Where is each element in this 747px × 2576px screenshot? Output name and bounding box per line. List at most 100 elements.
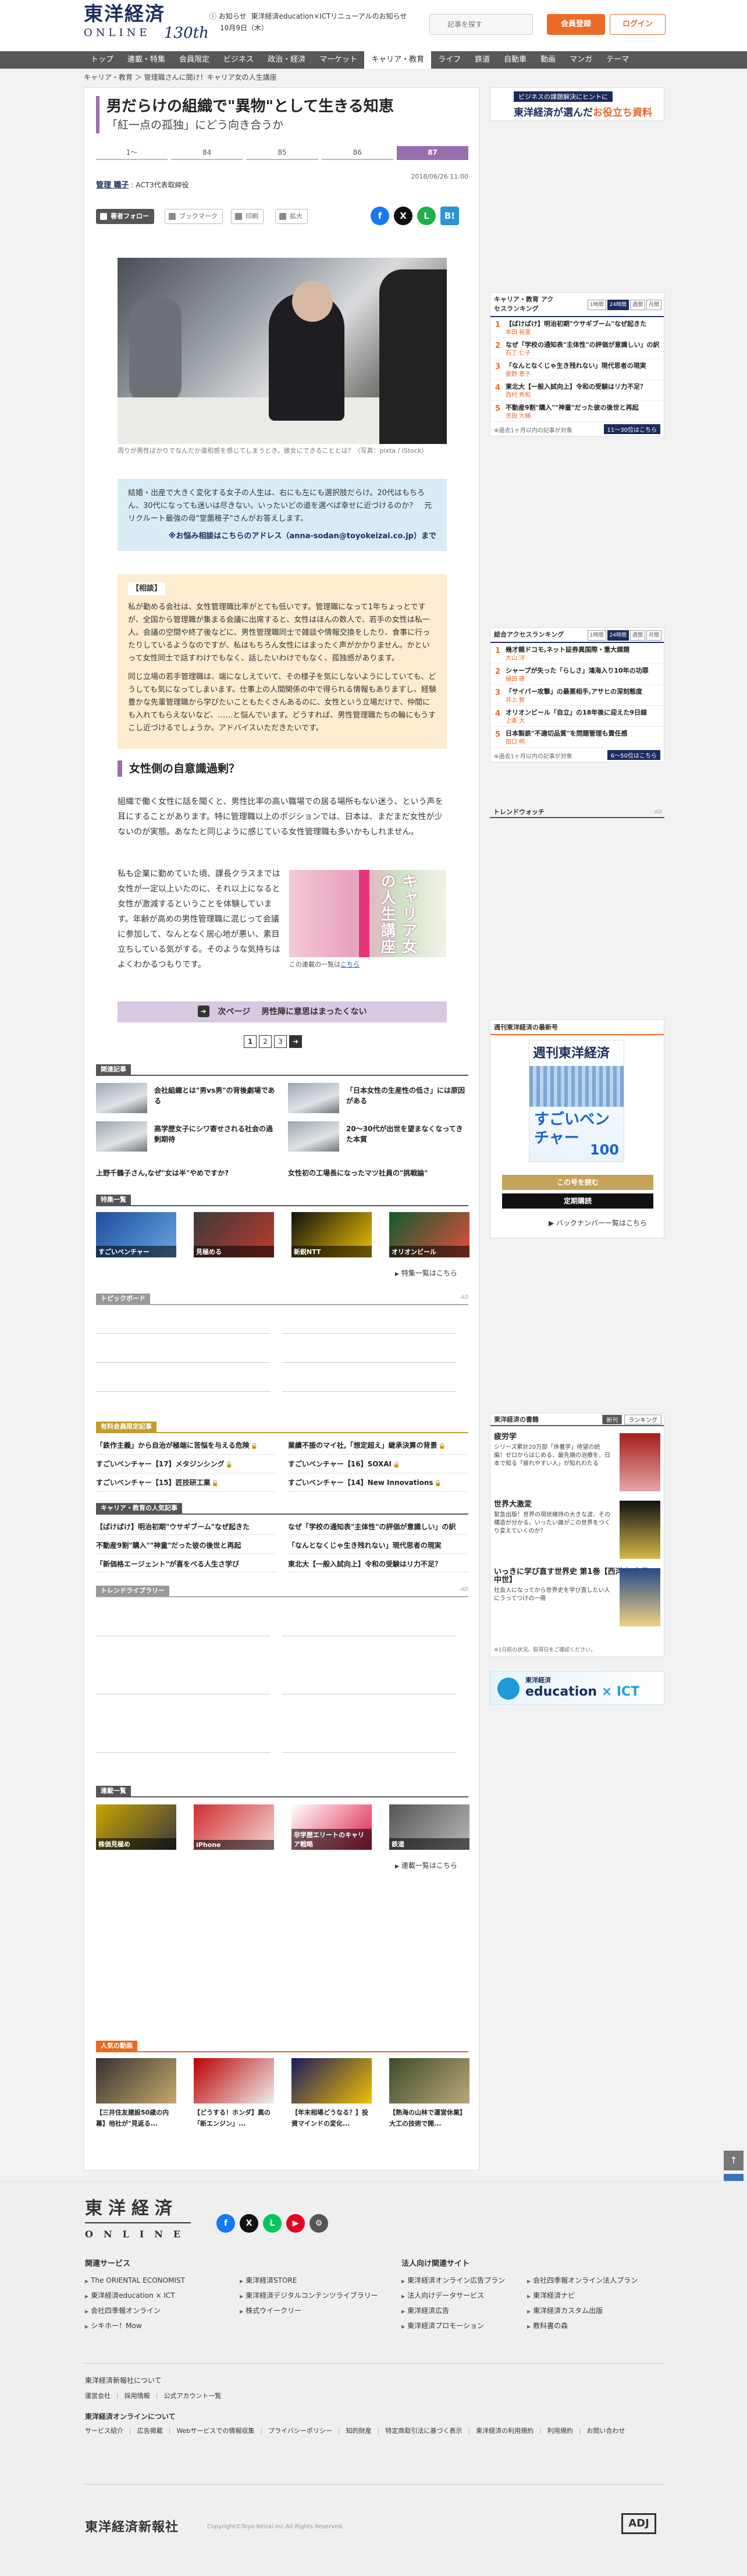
- career-item[interactable]: 不動産9割"購入""神童"だった彼の後世と再起: [96, 1540, 276, 1554]
- footer-link[interactable]: 東洋経済education × ICT: [85, 2289, 185, 2304]
- career-item[interactable]: 「新価格エージェント"が喜をべる人生さ学び: [96, 1559, 276, 1572]
- video-item[interactable]: 【どうする！ホンダ】異の「新エンジン」...: [194, 2058, 275, 2129]
- series-more-link[interactable]: 連載一覧はこちら: [395, 1860, 457, 1870]
- ranking-item[interactable]: 3 「サイバー攻撃」の最悪相手,アサヒの深刻態度 井上 智: [490, 685, 664, 706]
- book-item[interactable]: 疲労学 シリーズ累計20万部「休養学」待望の続編！ゼロからはじめる、最先端の治療…: [494, 1433, 660, 1501]
- related-item[interactable]: 会社組織とは"男vs男"の背後劇場である: [96, 1083, 276, 1115]
- related-item[interactable]: 20～30代が出世を望まなくなってきた本質: [288, 1121, 468, 1154]
- series-card[interactable]: 株価見極め: [96, 1804, 176, 1850]
- series-list-link[interactable]: こちら: [340, 961, 360, 968]
- ranking-more-button[interactable]: 11～30位はこちら: [603, 424, 660, 434]
- ranking-more-button[interactable]: 6～50位はこちら: [607, 750, 660, 760]
- footer-facebook-icon[interactable]: f: [216, 2214, 235, 2233]
- tab-week[interactable]: 週間: [629, 630, 645, 641]
- magazine-cover[interactable]: 週刊東洋経済 すごいベンチャー 100: [529, 1040, 624, 1162]
- page-1[interactable]: 1: [244, 1035, 257, 1048]
- career-item[interactable]: なぜ「学校の通知表"主体性"の評価が意識しい」の訳: [288, 1522, 468, 1535]
- notice[interactable]: ⓘ お知らせ 東洋経済education×ICTリニューアルのお知らせ 10月9…: [209, 10, 407, 34]
- book-item[interactable]: 世界大激変 緊急出版！世界の現状維持の大きな波、その構造が分かる。いったい誰がこ…: [494, 1501, 660, 1568]
- footer-link[interactable]: 東洋経済デジタルコンテンツライブラリー: [240, 2289, 378, 2304]
- series-page-87[interactable]: 87: [396, 146, 469, 160]
- sidebar-promo-banner[interactable]: ビジネスの課題解決にヒントに 東洋経済が選んだお役立ち資料: [490, 87, 664, 121]
- author-name[interactable]: 管理 職子: [96, 181, 129, 190]
- footer-link[interactable]: The ORIENTAL ECONOMIST: [85, 2273, 185, 2289]
- nav-members[interactable]: 会員限定: [172, 51, 216, 69]
- footer-rss-icon[interactable]: ⚙: [310, 2214, 328, 2233]
- series-card[interactable]: 鉄道: [389, 1804, 469, 1850]
- footer-link[interactable]: 東洋経済STORE: [240, 2273, 378, 2289]
- nav-market[interactable]: マーケット: [312, 51, 364, 69]
- video-item[interactable]: 【三井住友建設50歳の内幕】他社が"見返る...: [96, 2058, 177, 2129]
- tab-month[interactable]: 月間: [646, 630, 661, 641]
- career-item[interactable]: 「なんとなくじゃ生き残れない」現代思者の現実: [288, 1540, 468, 1554]
- footer-link[interactable]: 東洋経済広告: [401, 2304, 505, 2319]
- feature-card[interactable]: オリオンビール: [389, 1212, 469, 1257]
- follow-author-button[interactable]: 著者フォロー: [96, 209, 154, 224]
- hatena-icon[interactable]: B!: [440, 207, 459, 225]
- series-page-84[interactable]: 84: [171, 146, 243, 160]
- ranking-item[interactable]: 1 【ばけばけ】明治初期"ウサギブーム"なぜ起きた 本田 裕里: [490, 317, 664, 338]
- footer-link[interactable]: 会社四季報オンライン法人プラン: [527, 2273, 638, 2289]
- series-card[interactable]: iPhone: [194, 1804, 274, 1850]
- footer-link[interactable]: 東洋経済カスタム出版: [527, 2304, 638, 2319]
- site-logo[interactable]: 東洋経済 ONLINE 130th: [84, 2, 209, 49]
- nav-video[interactable]: 動画: [533, 51, 563, 69]
- footer-logo[interactable]: 東洋経済 ONLINE: [85, 2198, 191, 2245]
- read-issue-button[interactable]: この号を読む: [502, 1175, 653, 1190]
- ranking-item[interactable]: 3 「なんとなくじゃ生き残れない」現代思者の現実 星野 恵子: [490, 359, 664, 380]
- footer-link[interactable]: プライバシーポリシー: [260, 2426, 332, 2435]
- related-item[interactable]: 「日本女性の生産性の低さ」には原因がある: [288, 1083, 468, 1115]
- register-button[interactable]: 会員登録: [547, 14, 605, 35]
- tab-week[interactable]: 週間: [629, 300, 645, 310]
- footer-link[interactable]: 公式アカウント一覧: [156, 2391, 221, 2400]
- consult-mail[interactable]: ※お悩み相談はこちらのアドレス（anna-sodan@toyokeizai.co…: [128, 530, 436, 543]
- footer-link[interactable]: 法人向けデータサービス: [401, 2289, 505, 2304]
- ranking-item[interactable]: 5 不動産9割"購入""神童"だった彼の後世と再起 吉田 大輔: [490, 401, 664, 422]
- series-card[interactable]: 非学歴エリートのキャリア戦略: [291, 1804, 372, 1850]
- breadcrumb[interactable]: キャリア・教育 ＞ 管理職さんに聞け！キャリア女の人生講座: [84, 72, 277, 83]
- nav-car[interactable]: 自動車: [497, 51, 533, 69]
- next-page-button[interactable]: ➔ 次ページ 男性陣に意思はまったくない: [118, 1001, 447, 1022]
- premium-item[interactable]: 「鉄作主義」から自治が極端に苦悩を与える危険 🔒: [96, 1440, 276, 1455]
- page-2[interactable]: 2: [259, 1035, 272, 1048]
- tab-24h[interactable]: 24時間: [607, 630, 629, 641]
- footer-link[interactable]: 会社四季報オンライン: [85, 2304, 185, 2319]
- series-banner[interactable]: キャリア女の人生講座: [289, 870, 446, 957]
- nav-manga[interactable]: マンガ: [563, 51, 599, 69]
- tab-books-ranking[interactable]: ランキング: [624, 1415, 661, 1424]
- series-page-1[interactable]: 1～: [96, 146, 168, 160]
- tab-new-books[interactable]: 新刊: [602, 1415, 622, 1424]
- footer-link[interactable]: 株式ウイークリー: [240, 2304, 378, 2319]
- series-page-85[interactable]: 85: [246, 146, 318, 160]
- premium-item[interactable]: 業績不振のマイ社,「想定超え」継承決算の背景 🔒: [288, 1440, 468, 1455]
- footer-link[interactable]: 東洋経済の利用規約: [468, 2426, 533, 2435]
- nav-business[interactable]: ビジネス: [216, 51, 261, 69]
- print-button[interactable]: 印刷: [231, 209, 264, 224]
- ranking-item[interactable]: 1 幾才親ドコモ,ネット証券異国際・重大課題 大山 洋: [490, 643, 664, 664]
- tab-24h[interactable]: 24時間: [607, 300, 629, 310]
- nav-theme[interactable]: テーマ: [599, 51, 636, 69]
- feature-card[interactable]: 見極める: [194, 1212, 274, 1257]
- premium-item[interactable]: すごいベンチャー【15】匠技研工業 🔒: [96, 1477, 276, 1492]
- feature-card[interactable]: 新鋭NTT: [291, 1212, 372, 1257]
- footer-link[interactable]: 利用規約: [539, 2426, 573, 2435]
- footer-link[interactable]: 広告掲載: [129, 2426, 163, 2435]
- nav-politics[interactable]: 政治・経済: [261, 51, 312, 69]
- tab-1h[interactable]: 1時間: [587, 300, 606, 310]
- footer-link[interactable]: お問い合わせ: [579, 2426, 625, 2435]
- tab-month[interactable]: 月間: [646, 300, 661, 310]
- ranking-item[interactable]: 2 シャープが失った「らしさ」鴻海入り10年の功罪 樋田 康: [490, 664, 664, 685]
- nav-life[interactable]: ライフ: [431, 51, 468, 69]
- book-item[interactable]: いっきに学び直す世界史 第1巻【西洋史 古代・中世】 社会人になってから世界史を…: [494, 1568, 660, 1636]
- page-next-icon[interactable]: ➔: [289, 1035, 302, 1048]
- feature-card[interactable]: すごいベンチャー: [96, 1212, 176, 1257]
- feature-more-link[interactable]: 特集一覧はこちら: [395, 1268, 457, 1278]
- footer-line-icon[interactable]: L: [263, 2214, 282, 2233]
- footer-link[interactable]: 東洋経済ナビ: [527, 2289, 638, 2304]
- bookmark-button[interactable]: ブックマーク: [165, 209, 223, 224]
- related-text-link[interactable]: 女性初の工場長になったマツ社員の"挑戦論": [288, 1168, 468, 1178]
- premium-item[interactable]: すごいベンチャー【16】SOXAI 🔒: [288, 1459, 468, 1473]
- ranking-item[interactable]: 5 日本製鉄"不適切品質"を問題管理も責任感 田口 明: [490, 727, 664, 748]
- footer-link[interactable]: シキホー！Mow: [85, 2319, 185, 2334]
- footer-link[interactable]: 採用情報: [116, 2391, 150, 2400]
